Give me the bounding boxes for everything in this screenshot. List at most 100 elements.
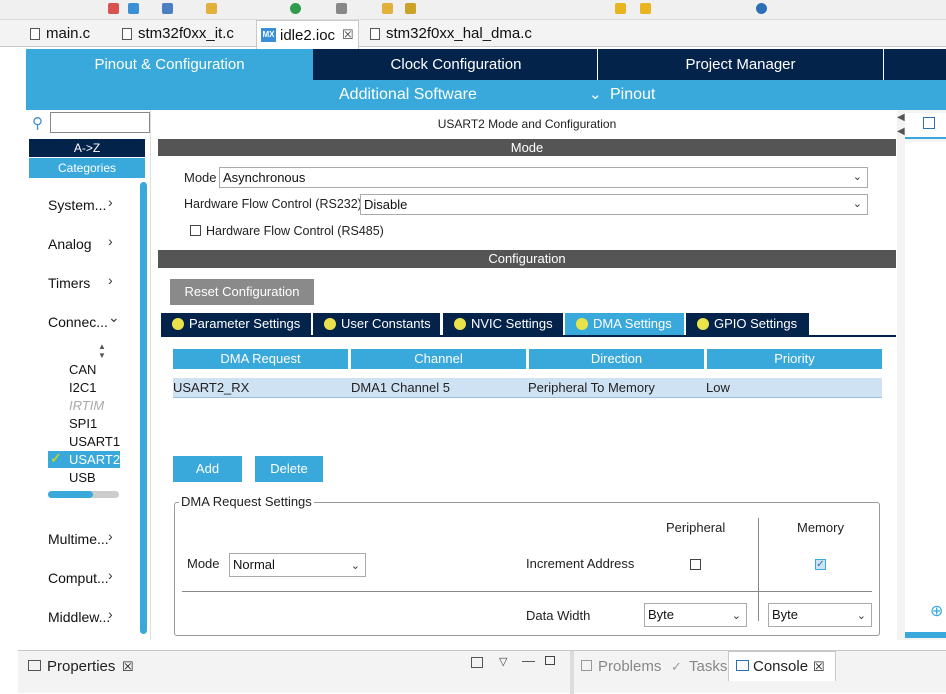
category-middleware[interactable]: Middlew...	[48, 609, 110, 625]
memory-data-width-select[interactable]: Byte ⌄	[768, 603, 872, 627]
maximize-icon[interactable]	[545, 656, 555, 665]
peripheral-usart2[interactable]: USART2	[69, 452, 120, 467]
chevron-right-icon[interactable]: ›	[108, 233, 113, 249]
chevron-right-icon[interactable]: ›	[108, 606, 113, 622]
flow-control-select[interactable]: Disable ⌄	[360, 194, 868, 215]
category-connectivity[interactable]: Connec...	[48, 314, 108, 330]
info-icon[interactable]	[756, 3, 767, 14]
problems-tab[interactable]: Problems	[598, 658, 661, 675]
view-menu-icon[interactable]: ▽	[499, 655, 507, 668]
memory-increment-checkbox[interactable]: ✓	[815, 559, 826, 570]
search-icon: ⚲	[32, 115, 43, 132]
delete-button[interactable]: Delete	[255, 456, 323, 482]
configuration-section-header: Configuration	[158, 250, 896, 268]
group-legend: DMA Request Settings	[179, 494, 314, 509]
tab-stm32f0xx-it-c[interactable]: stm32f0xx_it.c	[122, 20, 234, 47]
chevron-down-icon[interactable]: ⌄	[108, 309, 120, 326]
tab-dma-settings[interactable]: DMA Settings	[565, 313, 684, 335]
data-width-label: Data Width	[526, 608, 591, 623]
run-icon[interactable]	[128, 3, 139, 14]
new-window-icon[interactable]	[471, 657, 483, 668]
close-icon[interactable]: ☒	[813, 659, 825, 675]
tab-user-constants[interactable]: User Constants	[313, 313, 440, 335]
dma-request-settings-group: DMA Request Settings Peripheral Memory M…	[174, 494, 880, 636]
close-icon[interactable]: ☒	[342, 27, 354, 43]
chevron-right-icon[interactable]: ›	[108, 272, 113, 288]
main-tab-bar: Pinout & Configuration Clock Configurati…	[26, 49, 946, 80]
new-icon[interactable]	[162, 3, 173, 14]
peripheral-increment-checkbox[interactable]	[690, 559, 701, 570]
horizontal-scrollbar-thumb[interactable]	[48, 491, 93, 498]
category-computing[interactable]: Comput...	[48, 570, 109, 586]
tab-idle2-ioc[interactable]: MX idle2.ioc ☒	[256, 20, 359, 49]
chevron-right-icon[interactable]: ›	[108, 194, 113, 210]
peripheral-data-width-select[interactable]: Byte ⌄	[644, 603, 747, 627]
vertical-scrollbar[interactable]	[140, 182, 147, 634]
collapse-arrow-icon[interactable]: ◀	[897, 112, 905, 123]
chevron-down-icon: ⌄	[350, 560, 360, 572]
column-direction[interactable]: Direction	[529, 349, 704, 369]
tasks-tab[interactable]: Tasks	[689, 658, 727, 675]
settings-icon[interactable]	[336, 3, 347, 14]
minimize-icon[interactable]: —	[522, 653, 535, 668]
column-priority[interactable]: Priority	[707, 349, 882, 369]
debug-icon[interactable]	[108, 3, 119, 14]
peripheral-can[interactable]: CAN	[69, 362, 96, 377]
sub-navigation-bar: Additional Software ⌄ Pinout	[26, 80, 946, 110]
column-dma-request[interactable]: DMA Request	[173, 349, 348, 369]
checkmark-icon: ✓	[50, 450, 62, 466]
pinout-menu[interactable]: Pinout	[610, 86, 655, 104]
tab-parameter-settings[interactable]: Parameter Settings	[161, 313, 311, 335]
tab-project-manager[interactable]: Project Manager	[598, 49, 884, 80]
open-icon[interactable]	[206, 3, 217, 14]
category-system[interactable]: System...	[48, 197, 106, 213]
sort-az-button[interactable]: A->Z	[29, 139, 145, 157]
tab-main-c[interactable]: main.c	[30, 20, 90, 47]
tab-gpio-settings[interactable]: GPIO Settings	[686, 313, 809, 335]
tab-pinout-configuration[interactable]: Pinout & Configuration	[26, 49, 313, 80]
mode-select[interactable]: Asynchronous ⌄	[219, 167, 868, 188]
close-icon[interactable]: ☒	[122, 659, 134, 675]
wand-icon[interactable]	[405, 3, 416, 14]
ok-status-icon	[324, 318, 336, 330]
horizontal-scrollbar[interactable]	[48, 491, 119, 498]
chevron-down-icon[interactable]: ⌄	[589, 85, 602, 103]
arrow-right-icon[interactable]	[640, 3, 651, 14]
peripheral-irtim[interactable]: IRTIM	[69, 398, 104, 413]
chip-icon[interactable]	[923, 117, 935, 129]
chevron-right-icon[interactable]: ›	[108, 567, 113, 583]
main-toolbar	[0, 0, 946, 20]
tab-stm32f0xx-hal-dma-c[interactable]: stm32f0xx_hal_dma.c	[370, 20, 532, 47]
sort-arrows-icon[interactable]: ▲ ▼	[98, 342, 106, 360]
category-timers[interactable]: Timers	[48, 275, 90, 291]
reset-configuration-button[interactable]: Reset Configuration	[170, 279, 314, 305]
refresh-icon[interactable]	[290, 3, 301, 14]
zoom-in-icon[interactable]: ⊕	[930, 601, 943, 621]
tab-nvic-settings[interactable]: NVIC Settings	[443, 313, 563, 335]
collapse-arrow-icon[interactable]: ◀	[897, 126, 905, 137]
peripheral-i2c1[interactable]: I2C1	[69, 380, 96, 395]
properties-tab[interactable]: Properties	[47, 658, 115, 675]
category-analog[interactable]: Analog	[48, 236, 92, 252]
arrow-left-icon[interactable]	[615, 3, 626, 14]
chevron-right-icon[interactable]: ›	[108, 528, 113, 544]
peripheral-usb[interactable]: USB	[69, 470, 96, 485]
console-tab[interactable]: Console	[753, 658, 808, 675]
categories-tab[interactable]: Categories	[29, 158, 145, 178]
peripheral-usart1[interactable]: USART1	[69, 434, 120, 449]
folder-icon[interactable]	[382, 3, 393, 14]
separator	[570, 651, 574, 694]
table-row[interactable]: USART2_RX DMA1 Channel 5 Peripheral To M…	[173, 378, 882, 398]
search-input[interactable]	[50, 112, 150, 133]
vertical-scrollbar[interactable]	[905, 632, 946, 638]
tab-clock-configuration[interactable]: Clock Configuration	[315, 49, 598, 80]
category-multimedia[interactable]: Multime...	[48, 531, 109, 547]
dma-mode-select[interactable]: Normal ⌄	[229, 553, 366, 577]
additional-software-link[interactable]: Additional Software	[339, 86, 477, 104]
column-channel[interactable]: Channel	[351, 349, 526, 369]
add-button[interactable]: Add	[173, 456, 242, 482]
peripheral-spi1[interactable]: SPI1	[69, 416, 97, 431]
rs485-checkbox[interactable]	[190, 225, 201, 236]
configuration-panel: Configuration Reset Configuration Parame…	[158, 249, 896, 643]
checkmark-icon: ✓	[816, 559, 825, 570]
